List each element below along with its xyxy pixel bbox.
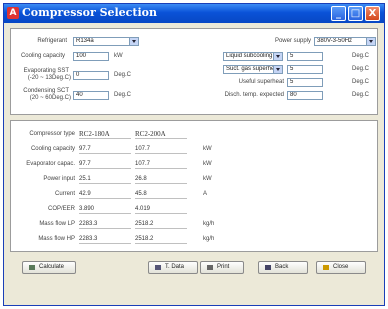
result-unit: kg/h — [203, 236, 215, 242]
disch-temp-input[interactable]: 80 — [287, 91, 323, 100]
result-unit: kg/h — [203, 221, 215, 227]
suct-superheat-label: Suct. gas superheat — [226, 66, 280, 72]
evap-sst-label: Evaporating SST — [23, 68, 69, 74]
useful-superheat-unit: Deg.C — [352, 79, 370, 85]
result-col1-value: 25.1 — [79, 175, 131, 184]
window-title: Compressor Selection — [22, 6, 157, 19]
app-icon: A — [7, 7, 19, 19]
calculate-label: Calculate — [39, 264, 65, 270]
cooling-capacity-label: Cooling capacity — [20, 53, 65, 59]
cooling-capacity-input[interactable]: 100 — [73, 52, 109, 61]
power-supply-value: 380V-3-50Hz — [317, 38, 353, 44]
refrigerant-label: Refrigerant — [37, 38, 67, 44]
result-col2-value: 45.8 — [135, 190, 187, 199]
result-col2-value: 26.8 — [135, 175, 187, 184]
result-row-label: Evaporator capac. — [26, 161, 75, 167]
back-arrow-icon — [265, 265, 271, 270]
cond-sct-label: Condensing SCT — [23, 88, 69, 94]
close-button[interactable]: Close — [316, 261, 366, 274]
suct-superheat-input[interactable]: 5 — [287, 65, 323, 74]
cond-sct-unit: Deg.C — [114, 92, 132, 98]
tdata-button[interactable]: T. Data — [148, 261, 198, 274]
result-col1-value: 2283.3 — [79, 220, 131, 229]
compressor-selection-window: A Compressor Selection _ □ X Refrigerant… — [3, 3, 385, 306]
suct-superheat-unit: Deg.C — [352, 66, 370, 72]
maximize-button[interactable]: □ — [348, 6, 363, 21]
chevron-down-icon[interactable] — [366, 38, 375, 45]
chevron-down-icon[interactable] — [129, 38, 138, 45]
cooling-capacity-unit: kW — [114, 53, 123, 59]
close-label: Close — [333, 264, 349, 270]
result-col1-value: 3.890 — [79, 205, 131, 214]
result-col1-value: 97.7 — [79, 145, 131, 154]
result-row-label: Compressor type — [29, 131, 75, 137]
result-col1-value: RC2-180A — [79, 130, 131, 139]
printer-icon — [207, 265, 213, 270]
data-icon — [155, 265, 161, 270]
print-button[interactable]: Print — [200, 261, 244, 274]
suct-superheat-select[interactable]: Suct. gas superheat — [223, 65, 283, 74]
tdata-label: T. Data — [165, 264, 185, 270]
useful-superheat-label: Useful superheat — [238, 79, 284, 85]
liquid-subcooling-input[interactable]: 5 — [287, 52, 323, 61]
result-unit: kW — [203, 176, 212, 182]
evap-sst-input[interactable]: 0 — [73, 71, 109, 80]
result-unit: kW — [203, 146, 212, 152]
liquid-subcooling-unit: Deg.C — [352, 53, 370, 59]
result-col2-value: 2518.2 — [135, 220, 187, 229]
result-row-label: COP/EER — [47, 206, 75, 212]
disch-temp-unit: Deg.C — [352, 92, 370, 98]
result-col1-value: 2283.3 — [79, 235, 131, 244]
back-label: Back — [275, 264, 289, 270]
result-col1-value: 97.7 — [79, 160, 131, 169]
cond-sct-input[interactable]: 40 — [73, 91, 109, 100]
evap-sst-range: (-20 ~ 13Deg.C) — [27, 75, 71, 81]
liquid-subcooling-label: Liquid subcooling — [226, 53, 273, 59]
input-panel: Refrigerant R134a Cooling capacity 100 k… — [10, 28, 378, 115]
refrigerant-select[interactable]: R134a — [73, 37, 139, 46]
result-unit: kW — [203, 161, 212, 167]
power-supply-select[interactable]: 380V-3-50Hz — [314, 37, 376, 46]
disch-temp-label: Disch. temp. expected — [224, 92, 284, 98]
refrigerant-value: R134a — [76, 38, 94, 44]
result-col1-value: 42.9 — [79, 190, 131, 199]
liquid-subcooling-select[interactable]: Liquid subcooling — [223, 52, 283, 61]
result-row-label: Mass flow LP — [39, 221, 75, 227]
result-row-label: Cooling capacity — [30, 146, 75, 152]
result-col2-value: 4.019 — [135, 205, 187, 214]
result-col2-value: 2518.2 — [135, 235, 187, 244]
cond-sct-range: (20 ~ 60Deg.C) — [29, 95, 71, 101]
minimize-button[interactable]: _ — [331, 6, 346, 21]
results-panel: Compressor type RC2-180A RC2-200A Cooling c… — [10, 120, 378, 252]
print-label: Print — [217, 264, 230, 270]
calculate-button[interactable]: Calculate — [22, 261, 76, 274]
window-content: Refrigerant R134a Cooling capacity 100 k… — [8, 26, 380, 303]
result-col2-value: RC2-200A — [135, 130, 187, 139]
back-button[interactable]: Back — [258, 261, 308, 274]
close-window-button[interactable]: X — [365, 6, 380, 21]
power-supply-label: Power supply — [274, 38, 311, 44]
door-icon — [323, 265, 329, 270]
result-row-label: Power input — [43, 176, 75, 182]
useful-superheat-input[interactable]: 5 — [287, 78, 323, 87]
chevron-down-icon[interactable] — [273, 66, 282, 73]
result-row-label: Current — [54, 191, 75, 197]
calculator-icon — [29, 265, 35, 270]
result-col2-value: 107.7 — [135, 145, 187, 154]
chevron-down-icon[interactable] — [273, 53, 282, 60]
result-unit: A — [203, 191, 208, 197]
title-bar[interactable]: A Compressor Selection _ □ X — [4, 4, 384, 23]
evap-sst-unit: Deg.C — [114, 72, 132, 78]
result-row-label: Mass flow HP — [38, 236, 75, 242]
result-col2-value: 107.7 — [135, 160, 187, 169]
